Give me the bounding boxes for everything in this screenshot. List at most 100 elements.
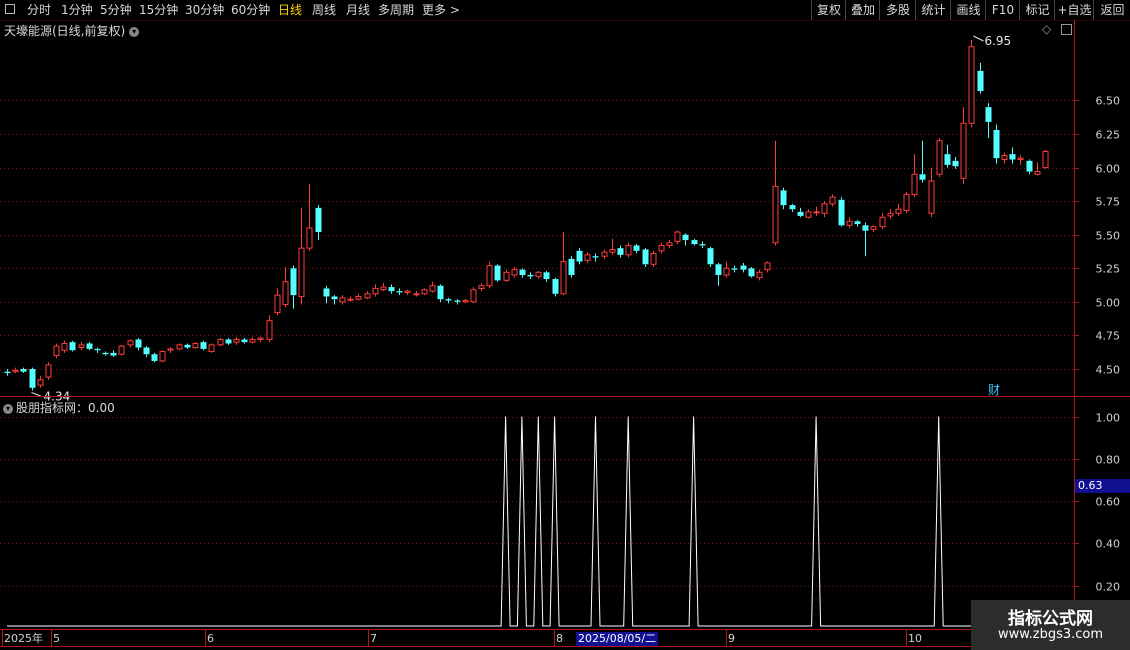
- candle: [494, 264, 501, 282]
- candle: [1042, 150, 1049, 169]
- candle: [568, 256, 575, 278]
- x-axis-label: 7: [370, 632, 377, 645]
- candle: [723, 261, 730, 278]
- candle: [928, 167, 935, 218]
- candle-body: [797, 211, 804, 216]
- candle-body: [633, 245, 640, 251]
- candle: [993, 124, 1000, 164]
- candle-body: [503, 271, 510, 281]
- candle-body: [454, 300, 461, 302]
- candle: [633, 244, 640, 254]
- candle-body: [241, 339, 248, 343]
- candle: [944, 144, 951, 168]
- candle-body: [928, 180, 935, 214]
- candle-body: [53, 345, 60, 357]
- candle: [388, 284, 395, 294]
- candle: [12, 367, 19, 374]
- candle: [396, 288, 403, 296]
- candle-body: [192, 342, 199, 349]
- x-axis-label: 10: [908, 632, 922, 645]
- candle-body: [723, 267, 730, 276]
- candle: [413, 291, 420, 297]
- candle: [192, 342, 199, 349]
- candle: [748, 266, 755, 278]
- indicator-tick-label: 0.80: [1096, 454, 1121, 467]
- candle-body: [61, 342, 68, 351]
- candle-body: [642, 249, 649, 265]
- candle: [985, 103, 992, 139]
- candle: [682, 233, 689, 246]
- candle-body: [494, 265, 501, 281]
- candle: [127, 339, 134, 348]
- y-tick-label: 5.50: [1096, 230, 1121, 243]
- candle: [1034, 162, 1041, 176]
- x-axis-label: 9: [728, 632, 735, 645]
- candle-body: [355, 295, 362, 300]
- candle-body: [167, 348, 174, 351]
- candle: [592, 253, 599, 262]
- candle: [740, 262, 747, 273]
- candle: [903, 191, 910, 214]
- candle-body: [151, 354, 158, 361]
- candle: [94, 347, 101, 353]
- candle-body: [789, 205, 796, 210]
- y-tick-label: 6.25: [1096, 129, 1121, 142]
- candle: [666, 240, 673, 249]
- candle: [372, 284, 379, 297]
- candle: [306, 183, 313, 251]
- candle: [355, 293, 362, 301]
- candle: [437, 284, 444, 302]
- kline-chart[interactable]: 6.50 6.25 6.00 5.75 5.50 5.25 5.00 4.75 4.50 1.00…: [0, 0, 1130, 650]
- candle-body: [159, 351, 166, 362]
- candle-body: [601, 251, 608, 257]
- candle: [486, 261, 493, 289]
- candle-body: [682, 234, 689, 241]
- candle: [167, 347, 174, 353]
- candle-body: [364, 293, 371, 299]
- candle: [772, 140, 779, 246]
- candle-body: [552, 279, 559, 294]
- candle-body: [388, 287, 395, 292]
- finance-badge[interactable]: 财: [988, 381, 1000, 398]
- candle-body: [306, 227, 313, 249]
- candle: [560, 232, 567, 296]
- candle-body: [756, 271, 763, 279]
- candle-body: [535, 271, 542, 277]
- candle: [266, 315, 273, 343]
- indicator-line: [7, 416, 1045, 627]
- candle: [543, 270, 550, 282]
- x-axis-label: 6: [207, 632, 214, 645]
- candle-body: [511, 269, 518, 276]
- indicator-tick-label: 0.60: [1096, 496, 1121, 509]
- candle-body: [968, 46, 975, 124]
- candle: [699, 241, 706, 249]
- indicator-value-tag: 0.63: [1075, 479, 1130, 493]
- candle-body: [870, 226, 877, 230]
- candle: [977, 62, 984, 94]
- candle-body: [1017, 157, 1024, 161]
- candle: [135, 338, 142, 351]
- candle-body: [118, 345, 125, 355]
- candle-body: [208, 344, 215, 353]
- candle-body: [413, 293, 420, 296]
- candle-body: [895, 208, 902, 214]
- candle-body: [740, 265, 747, 270]
- candle: [601, 249, 608, 259]
- candle-body: [200, 342, 207, 349]
- candle-body: [1042, 150, 1049, 169]
- candle: [364, 291, 371, 300]
- candle: [838, 197, 845, 227]
- candle: [887, 209, 894, 219]
- candle: [445, 297, 452, 304]
- candle-body: [331, 296, 338, 300]
- candle: [642, 248, 649, 267]
- candle: [69, 340, 76, 352]
- candle: [380, 283, 387, 292]
- candle-body: [936, 140, 943, 175]
- candle-body: [731, 268, 738, 270]
- candle: [503, 269, 510, 282]
- candle-body: [37, 379, 44, 386]
- high-label-pointer: [973, 35, 984, 42]
- candle-body: [217, 338, 224, 346]
- candle-body: [919, 174, 926, 180]
